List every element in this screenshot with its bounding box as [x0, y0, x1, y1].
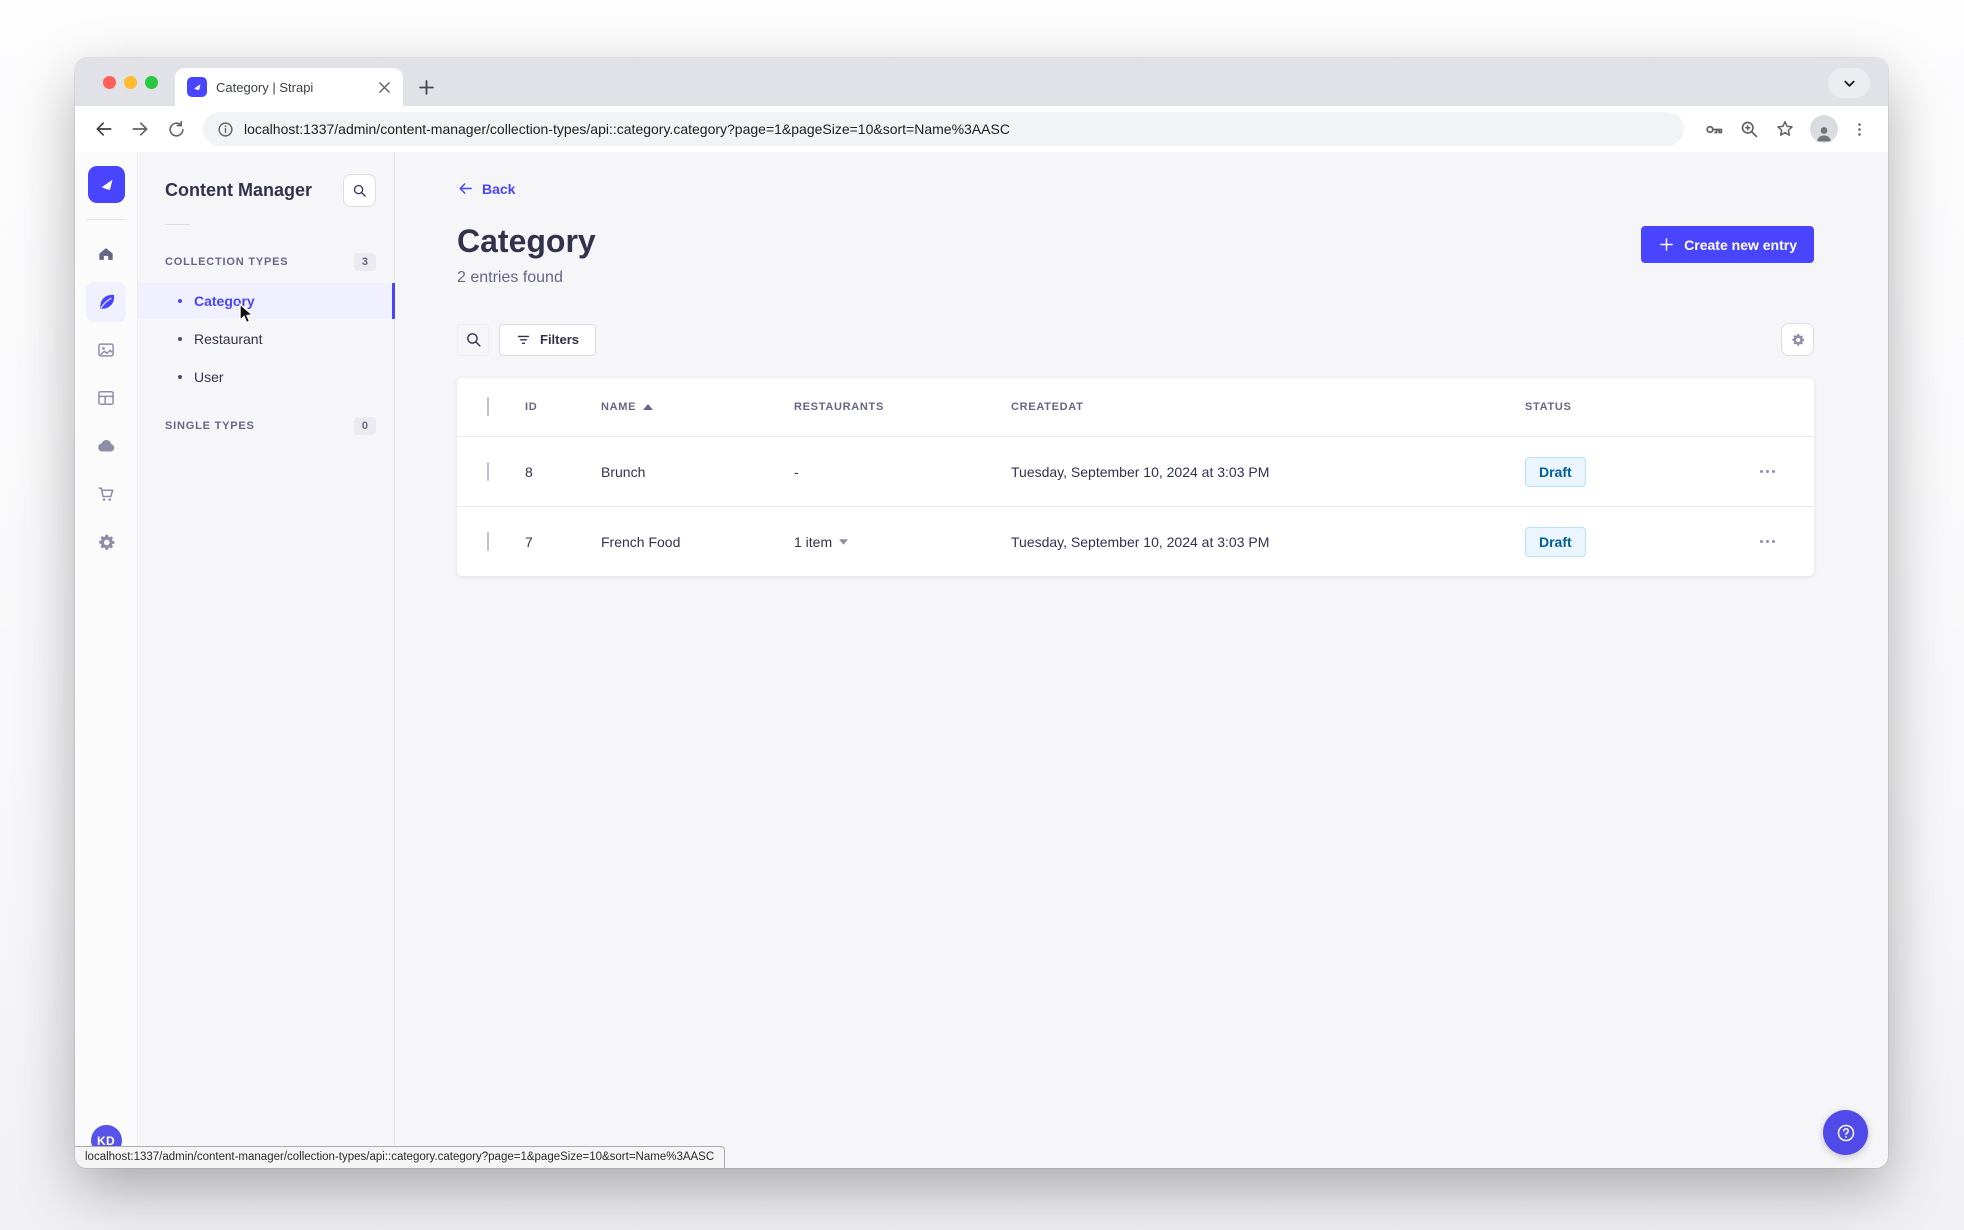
browser-profile-avatar[interactable]	[1810, 115, 1838, 143]
status-badge: Draft	[1525, 526, 1586, 557]
browser-menu-icon[interactable]	[1844, 114, 1874, 144]
column-header-name[interactable]: NAME	[601, 401, 794, 413]
reload-icon[interactable]	[161, 114, 191, 144]
mouse-cursor	[239, 303, 255, 324]
url-text[interactable]: localhost:1337/admin/content-manager/col…	[244, 121, 1010, 137]
window-controls	[103, 76, 158, 89]
new-tab-button[interactable]	[411, 72, 441, 102]
column-header-status[interactable]: STATUS	[1525, 401, 1721, 413]
filters-button[interactable]: Filters	[499, 323, 597, 356]
bookmark-star-icon[interactable]	[1770, 114, 1800, 144]
cloud-icon[interactable]	[86, 426, 126, 466]
password-key-icon[interactable]	[1698, 114, 1728, 144]
collection-types-label: COLLECTION TYPES	[165, 256, 289, 268]
row-checkbox[interactable]	[487, 531, 489, 551]
cell-restaurants: -	[794, 463, 799, 480]
sidebar-item-restaurant[interactable]: Restaurant	[138, 321, 394, 357]
strapi-admin-app: KD Content Manager COLLECTION TYPES 3 Ca…	[75, 152, 1888, 1168]
cell-name: French Food	[601, 533, 681, 550]
media-library-icon[interactable]	[86, 330, 126, 370]
content-manager-sidebar: Content Manager COLLECTION TYPES 3 Categ…	[138, 152, 395, 1168]
question-circle-icon	[1837, 1124, 1854, 1141]
bullet-icon	[178, 375, 182, 379]
strapi-logo[interactable]	[87, 166, 125, 203]
settings-icon[interactable]	[86, 522, 126, 562]
row-actions-menu-icon[interactable]	[1721, 540, 1814, 544]
cell-id: 7	[525, 533, 533, 550]
row-checkbox[interactable]	[487, 461, 489, 481]
search-icon[interactable]	[457, 323, 489, 356]
sidebar-item-label: Restaurant	[194, 331, 263, 347]
site-info-icon[interactable]	[217, 121, 234, 138]
browser-tab-strip: Category | Strapi	[75, 58, 1888, 106]
sidebar-item-user[interactable]: User	[138, 359, 394, 395]
browser-window: Category | Strapi localhost:1337/admin/c…	[75, 58, 1888, 1168]
home-icon[interactable]	[86, 234, 126, 274]
single-types-section: SINGLE TYPES 0	[138, 411, 394, 441]
column-header-restaurants[interactable]: RESTAURANTS	[794, 401, 1011, 413]
column-header-id[interactable]: ID	[525, 401, 601, 413]
zoom-window-button[interactable]	[145, 76, 158, 89]
sidebar-item-label: User	[194, 369, 224, 385]
cell-createdat: Tuesday, September 10, 2024 at 3:03 PM	[1011, 463, 1270, 480]
forward-icon[interactable]	[125, 114, 155, 144]
active-indicator	[392, 283, 395, 319]
sidebar-item-category[interactable]: Category	[138, 283, 395, 319]
filters-label: Filters	[540, 332, 580, 348]
collection-types-count-badge: 3	[353, 253, 376, 271]
create-new-entry-button[interactable]: Create new entry	[1641, 226, 1814, 263]
entries-table: ID NAME RESTAURANTS CREATEDAT STATUS 8 B…	[457, 378, 1814, 577]
back-label: Back	[482, 180, 516, 197]
sidebar-search-button[interactable]	[343, 174, 376, 207]
page-title: Category	[457, 223, 596, 259]
row-actions-menu-icon[interactable]	[1721, 470, 1814, 474]
entries-count: 2 entries found	[457, 269, 563, 287]
marketplace-icon[interactable]	[86, 474, 126, 514]
browser-tab[interactable]: Category | Strapi	[175, 68, 403, 106]
chevron-down-icon	[839, 538, 849, 545]
create-new-entry-label: Create new entry	[1684, 236, 1797, 253]
cell-restaurants[interactable]: 1 item	[794, 534, 1011, 550]
single-types-label: SINGLE TYPES	[165, 420, 255, 432]
view-settings-gear-icon[interactable]	[1781, 323, 1814, 357]
help-button[interactable]	[1823, 1110, 1868, 1155]
bullet-icon	[178, 299, 182, 303]
tab-close-icon[interactable]	[375, 78, 393, 96]
status-badge: Draft	[1525, 456, 1586, 487]
single-types-count-badge: 0	[353, 417, 376, 435]
back-icon[interactable]	[89, 114, 119, 144]
strapi-favicon-icon	[187, 77, 207, 97]
tab-search-chevron-button[interactable]	[1828, 68, 1870, 98]
address-bar[interactable]: localhost:1337/admin/content-manager/col…	[203, 112, 1684, 146]
main-nav-rail: KD	[75, 152, 138, 1168]
cell-name: Brunch	[601, 463, 646, 480]
main-content: Back Category 2 entries found Create new…	[395, 152, 1888, 1168]
bullet-icon	[178, 337, 182, 341]
cell-id: 8	[525, 463, 533, 480]
minimize-window-button[interactable]	[124, 76, 137, 89]
sort-ascending-icon	[643, 404, 654, 411]
content-type-builder-icon[interactable]	[86, 378, 126, 418]
table-header-row: ID NAME RESTAURANTS CREATEDAT STATUS	[457, 378, 1814, 436]
tab-title: Category | Strapi	[216, 79, 314, 95]
column-header-createdat[interactable]: CREATEDAT	[1011, 401, 1525, 413]
table-row[interactable]: 8 Brunch - Tuesday, September 10, 2024 a…	[457, 436, 1814, 506]
collection-types-section: COLLECTION TYPES 3	[138, 247, 394, 277]
back-link[interactable]: Back	[457, 180, 515, 197]
sidebar-title: Content Manager	[165, 180, 313, 200]
rail-divider	[87, 219, 125, 220]
select-all-checkbox[interactable]	[487, 397, 489, 417]
zoom-icon[interactable]	[1734, 114, 1764, 144]
sidebar-divider	[165, 224, 190, 225]
cell-createdat: Tuesday, September 10, 2024 at 3:03 PM	[1011, 533, 1270, 550]
content-manager-icon[interactable]	[86, 282, 126, 322]
table-row[interactable]: 7 French Food 1 item Tuesday, September …	[457, 506, 1814, 576]
link-status-bar: localhost:1337/admin/content-manager/col…	[75, 1146, 726, 1168]
browser-toolbar: localhost:1337/admin/content-manager/col…	[75, 106, 1888, 152]
close-window-button[interactable]	[103, 76, 116, 89]
